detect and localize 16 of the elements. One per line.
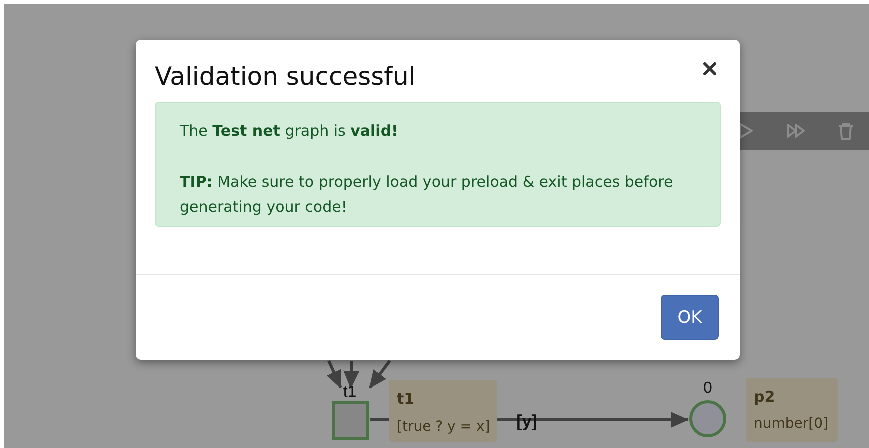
guard-expression: [true ? y = x] <box>397 419 490 435</box>
alert-message: The Test net graph is valid! <box>180 121 400 142</box>
transition-name: t1 <box>397 390 415 408</box>
close-icon[interactable] <box>703 62 717 76</box>
arc-arrow <box>368 360 392 389</box>
token-count: 0 <box>704 380 712 397</box>
ok-button[interactable]: OK <box>661 295 719 340</box>
alert-tip: TIP: Make sure to properly load your preload & exit places before generating your code! <box>180 172 674 218</box>
dialog-title: Validation successful <box>155 61 416 93</box>
play-icon[interactable] <box>737 122 755 140</box>
place-name: p2 <box>754 388 776 406</box>
transition-label: t1 <box>343 384 357 401</box>
place-node <box>690 400 726 438</box>
transition-node <box>332 402 370 440</box>
place-type: number[0] <box>754 416 828 432</box>
arc-arrow <box>326 360 342 389</box>
